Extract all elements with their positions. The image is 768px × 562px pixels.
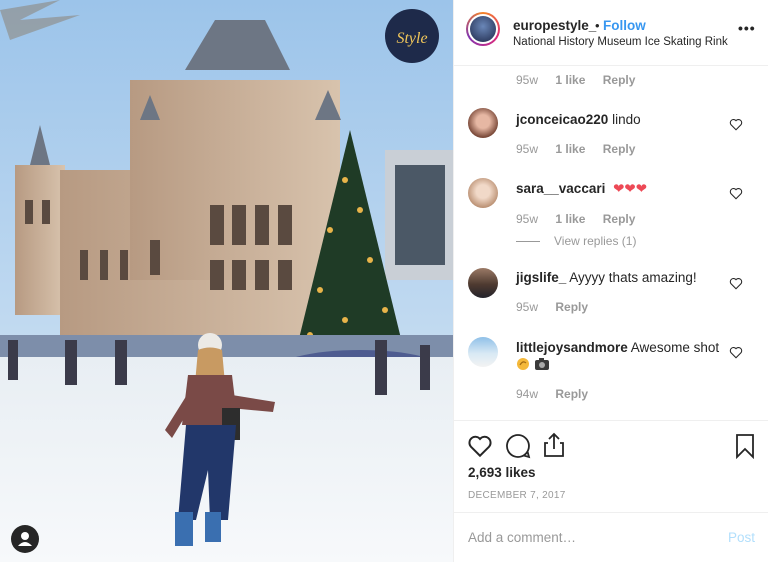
comment-time: 95w [516,212,539,226]
comment-item: sara__vaccari ❤❤❤ [516,181,647,197]
share-icon[interactable] [542,432,566,458]
likes-count[interactable]: 2,693 likes [468,465,536,480]
tagged-users-button[interactable] [11,525,39,553]
author-avatar[interactable] [466,12,500,46]
comment-time: 95w [516,142,539,156]
comment-bubble-icon[interactable] [505,433,531,459]
save-bookmark-icon[interactable] [735,433,755,459]
comment-likes[interactable]: 1 like [555,73,585,87]
comment-text: lindo [612,112,641,127]
post-photo[interactable]: Style [0,0,453,562]
user-icon [18,532,32,546]
add-comment-bar: Post [454,512,768,562]
post-comment-button[interactable]: Post [728,530,755,545]
comment-likes[interactable]: 1 like [555,142,585,156]
author-username[interactable]: europestyle_ [513,18,596,33]
commenter-avatar[interactable] [468,178,498,208]
comment-text: Awesome shot [630,340,720,355]
comment-meta: 95w Reply [516,300,588,314]
comment-time: 94w [516,387,539,401]
reply-button[interactable]: Reply [603,142,636,156]
post-date: DECEMBER 7, 2017 [468,490,566,501]
clapping-hands-icon [517,358,529,371]
reply-button[interactable]: Reply [603,212,636,226]
commenter-avatar[interactable] [468,108,498,138]
comment-emoji-row [516,356,550,371]
comment-meta: 94w Reply [516,387,588,401]
post-image: Style [0,0,453,562]
comment-item: jigslife_ Ayyyy thats amazing! [516,270,697,285]
comment-username[interactable]: littlejoysandmore [516,340,628,355]
comment-item: jconceicao220 lindo [516,112,641,127]
like-heart-icon[interactable] [467,434,493,458]
post-sidebar: europestyle_ • Follow National History M… [453,0,768,562]
reply-button[interactable]: Reply [555,387,588,401]
comment-username[interactable]: sara__vaccari [516,181,605,196]
comment-meta: 95w 1 like Reply [516,73,635,87]
reply-button[interactable]: Reply [603,73,636,87]
view-replies-button[interactable]: View replies (1) [516,234,636,248]
follow-button[interactable]: Follow [603,18,646,33]
comment-item: littlejoysandmore Awesome shot [516,340,719,355]
separator-dot: • [595,18,600,33]
add-comment-input[interactable] [468,530,708,545]
like-comment-heart-icon[interactable] [729,187,743,200]
like-comment-heart-icon[interactable] [729,346,743,359]
comment-likes[interactable]: 1 like [555,212,585,226]
commenter-avatar[interactable] [468,268,498,298]
comment-time: 95w [516,300,539,314]
comment-meta: 95w 1 like Reply [516,142,635,156]
instagram-post: Style europestyle_ • Follow National His… [0,0,768,562]
svg-text:Style: Style [396,30,427,47]
comment-username[interactable]: jconceicao220 [516,112,608,127]
more-options-icon[interactable]: ••• [738,20,756,36]
comment-text: ❤❤❤ [613,181,648,196]
commenter-avatar[interactable] [468,337,498,367]
comment-meta: 95w 1 like Reply [516,212,635,226]
like-comment-heart-icon[interactable] [729,118,743,131]
comment-time: 95w [516,73,539,87]
camera-icon [534,358,549,371]
comment-username[interactable]: jigslife_ [516,270,566,285]
divider [516,241,540,243]
post-header: europestyle_ • Follow National History M… [454,0,768,66]
comment-text: Ayyyy thats amazing! [569,270,697,285]
location-link[interactable]: National History Museum Ice Skating Rink [513,36,728,48]
like-comment-heart-icon[interactable] [729,277,743,290]
view-replies-label: View replies (1) [554,234,637,248]
reply-button[interactable]: Reply [555,300,588,314]
